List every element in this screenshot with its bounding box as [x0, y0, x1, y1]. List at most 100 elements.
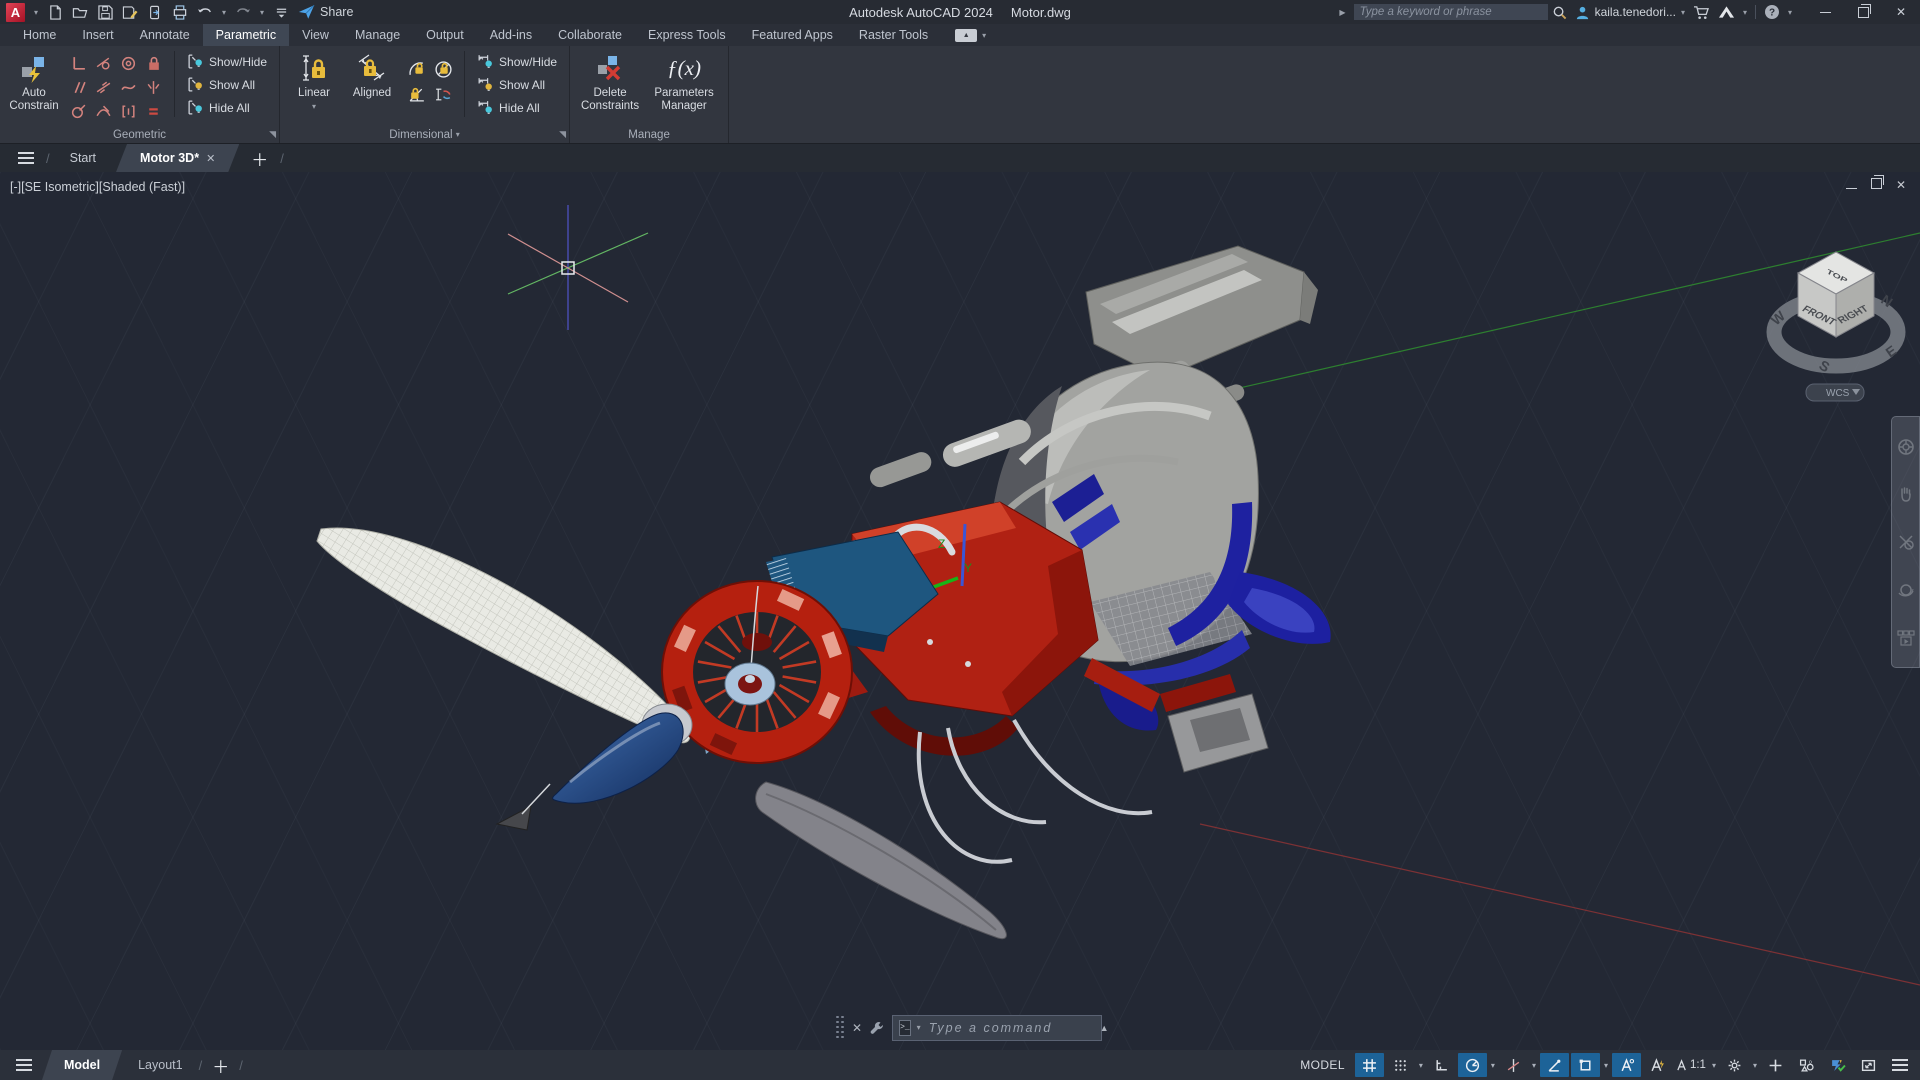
redo-icon[interactable] — [235, 4, 251, 20]
help-icon[interactable]: ? — [1764, 4, 1780, 20]
tab-add-ins[interactable]: Add-ins — [477, 24, 545, 46]
undo-icon[interactable] — [197, 4, 213, 20]
file-tab-start[interactable]: Start — [52, 144, 114, 172]
dimensional-show-all-button[interactable]: Show All — [473, 74, 561, 95]
application-menu-caret[interactable]: ▾ — [34, 8, 38, 17]
show-motion-icon[interactable] — [1896, 628, 1915, 646]
polar-tracking-button[interactable] — [1457, 1053, 1487, 1077]
tab-raster-tools[interactable]: Raster Tools — [846, 24, 941, 46]
graphics-performance-button[interactable] — [1823, 1053, 1852, 1077]
pan-icon[interactable] — [1897, 485, 1915, 503]
navigation-wheel-icon[interactable] — [1897, 438, 1915, 456]
geometric-show-all-button[interactable]: Show All — [183, 74, 271, 95]
linear-dimension-constraint-button[interactable]: Linear ▾ — [288, 49, 340, 126]
dimensional-slideout-caret[interactable]: ▾ — [456, 130, 460, 139]
zoom-icon[interactable] — [1897, 533, 1915, 551]
new-drawing-tab-button[interactable]: ＋ — [241, 144, 278, 172]
workspace-switching-button[interactable] — [1720, 1053, 1749, 1077]
command-history-toggle-icon[interactable]: ▲ — [1100, 1023, 1109, 1033]
auto-constrain-button[interactable]: Auto Constrain — [8, 49, 60, 126]
redo-caret[interactable]: ▾ — [260, 8, 264, 17]
snap-mode-button[interactable] — [1386, 1053, 1415, 1077]
annotation-visibility-button[interactable] — [1611, 1053, 1641, 1077]
file-tabs-menu-icon[interactable] — [8, 144, 44, 172]
convert-dimension-icon[interactable] — [434, 85, 453, 104]
workspace-switching-caret[interactable]: ▾ — [1751, 1061, 1759, 1070]
manage-panel-label[interactable]: Manage — [570, 126, 728, 143]
perpendicular-constraint-icon[interactable] — [70, 55, 87, 72]
isometric-drafting-button[interactable] — [1499, 1053, 1528, 1077]
tab-annotate[interactable]: Annotate — [127, 24, 203, 46]
annotation-scale-caret[interactable]: ▾ — [1710, 1061, 1718, 1070]
recent-commands-icon[interactable]: >_ — [899, 1019, 911, 1036]
radial-constraint-icon[interactable] — [408, 60, 427, 79]
viewport-close-icon[interactable]: ✕ — [1896, 178, 1906, 192]
viewport-restore-icon[interactable] — [1870, 175, 1884, 192]
symmetric-constraint-icon[interactable] — [145, 79, 162, 96]
diameter-constraint-icon[interactable] — [434, 60, 453, 79]
tab-featured-apps[interactable]: Featured Apps — [739, 24, 846, 46]
geometric-dialog-launcher-icon[interactable]: ◥ — [269, 129, 276, 140]
undo-caret[interactable]: ▾ — [222, 8, 226, 17]
tab-parametric[interactable]: Parametric — [202, 24, 290, 46]
save-icon[interactable] — [97, 4, 113, 20]
tab-express-tools[interactable]: Express Tools — [635, 24, 739, 46]
geometric-show-hide-button[interactable]: Show/Hide — [183, 51, 271, 72]
recent-commands-caret[interactable]: ▾ — [917, 1023, 921, 1032]
maximize-button[interactable] — [1844, 0, 1882, 24]
command-line-close-icon[interactable]: ✕ — [852, 1021, 862, 1035]
parallel-constraint-icon[interactable] — [70, 79, 87, 96]
search-icon[interactable] — [1552, 5, 1567, 20]
layout1-tab[interactable]: Layout1 — [122, 1050, 198, 1080]
command-line-grip[interactable] — [836, 1015, 845, 1040]
ortho-mode-button[interactable] — [1427, 1053, 1456, 1077]
smooth-constraint-icon[interactable] — [120, 79, 137, 96]
coincident-constraint-icon[interactable] — [70, 103, 87, 120]
tangent-constraint-icon[interactable] — [95, 55, 112, 72]
ribbon-minimize-caret[interactable]: ▾ — [982, 31, 986, 40]
equal-constraint-icon[interactable] — [145, 103, 162, 120]
viewport-minimize-icon[interactable] — [1845, 178, 1857, 192]
tab-insert[interactable]: Insert — [69, 24, 126, 46]
grid-display-button[interactable] — [1354, 1053, 1384, 1077]
parameters-manager-button[interactable]: ƒ(x) Parameters Manager — [648, 49, 720, 126]
tab-output[interactable]: Output — [413, 24, 477, 46]
tab-view[interactable]: View — [289, 24, 342, 46]
wcs-menu-button[interactable]: WCS — [1805, 383, 1865, 402]
tab-manage[interactable]: Manage — [342, 24, 413, 46]
plus-button[interactable] — [1761, 1053, 1790, 1077]
dimensional-show-hide-button[interactable]: Show/Hide — [473, 51, 561, 72]
open-from-web-icon[interactable] — [147, 4, 163, 20]
viewcube[interactable]: W S E N TOP FRONT RIGHT WCS — [1760, 236, 1912, 408]
file-tab-close-icon[interactable]: ✕ — [206, 152, 215, 165]
orbit-icon[interactable] — [1897, 581, 1915, 599]
clean-screen-button[interactable] — [1854, 1053, 1883, 1077]
autodesk-logo-icon[interactable] — [1718, 5, 1735, 19]
model-viewport[interactable]: Z Y [-][SE Isometric][Shaded (Fast)] ✕ W… — [0, 172, 1920, 1050]
collinear-constraint-icon[interactable] — [95, 79, 112, 96]
minimize-button[interactable] — [1806, 0, 1844, 24]
object-snap-tracking-button[interactable] — [1539, 1053, 1569, 1077]
new-layout-button[interactable]: ＋ — [202, 1050, 239, 1080]
model-tab[interactable]: Model — [42, 1050, 122, 1080]
dimensional-hide-all-button[interactable]: Hide All — [473, 97, 561, 118]
model-space-toggle[interactable]: MODEL — [1300, 1058, 1345, 1072]
annotation-scale-button[interactable]: 1:1 — [1674, 1053, 1708, 1077]
open-file-icon[interactable] — [72, 4, 88, 20]
tangent-curve-constraint-icon[interactable] — [95, 103, 112, 120]
tab-collaborate[interactable]: Collaborate — [545, 24, 635, 46]
geometric-panel-label[interactable]: Geometric ◥ — [0, 126, 279, 143]
viewport-controls-label[interactable]: [-][SE Isometric][Shaded (Fast)] — [10, 180, 185, 194]
new-file-icon[interactable] — [47, 4, 63, 20]
app-store-cart-icon[interactable] — [1693, 5, 1710, 20]
lock-constraint-icon[interactable] — [145, 55, 162, 72]
customization-button[interactable] — [1885, 1053, 1914, 1077]
search-input[interactable] — [1353, 4, 1548, 20]
delete-constraints-button[interactable]: Delete Constraints — [578, 49, 642, 126]
search-expand-icon[interactable]: ▶ — [1339, 8, 1345, 17]
fix-constraint-icon[interactable] — [120, 103, 137, 120]
share-button[interactable]: Share — [298, 4, 353, 20]
isolate-objects-button[interactable]: o — [1792, 1053, 1821, 1077]
close-button[interactable]: ✕ — [1882, 0, 1920, 24]
aligned-dimension-constraint-button[interactable]: Aligned — [346, 49, 398, 126]
